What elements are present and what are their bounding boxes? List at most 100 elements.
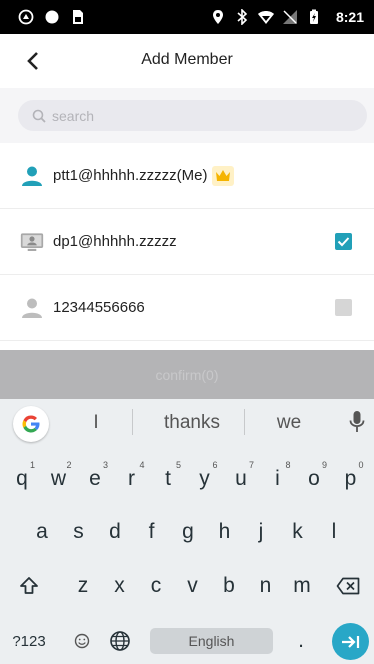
key-letter: q	[16, 467, 28, 490]
key-hint: 2	[66, 460, 72, 470]
clock: 8:21	[335, 9, 364, 25]
backspace-key[interactable]	[326, 565, 370, 607]
page-title: Add Member	[141, 51, 233, 68]
key-g[interactable]: g	[171, 511, 205, 553]
key-u[interactable]: u7	[224, 458, 258, 500]
shift-key[interactable]	[6, 565, 52, 607]
key-letter: e	[89, 467, 101, 490]
dispatcher-console-icon	[20, 230, 44, 254]
key-hint: 3	[102, 460, 108, 470]
key-i[interactable]: i8	[261, 458, 295, 500]
record-dot-icon	[45, 10, 59, 24]
key-hint: 8	[285, 460, 291, 470]
app-notification-icon	[18, 9, 34, 25]
key-k[interactable]: k	[281, 511, 315, 553]
emoji-key[interactable]	[64, 620, 100, 662]
key-letter: u	[235, 467, 247, 490]
person-icon	[20, 296, 44, 320]
key-d[interactable]: d	[98, 511, 132, 553]
key-y[interactable]: y6	[188, 458, 222, 500]
key-hint: 5	[175, 460, 181, 470]
key-o[interactable]: o9	[297, 458, 331, 500]
key-n[interactable]: n	[249, 565, 283, 607]
backspace-icon	[336, 577, 360, 595]
sim-card-icon	[73, 10, 83, 24]
suggestion-word[interactable]: I	[76, 412, 116, 434]
search-input[interactable]	[52, 107, 332, 124]
suggestion-word[interactable]: we	[264, 412, 314, 434]
location-icon	[212, 10, 223, 24]
enter-key[interactable]	[332, 623, 369, 660]
member-checkbox-checked[interactable]	[335, 233, 352, 250]
key-a[interactable]: a	[25, 511, 59, 553]
microphone-icon[interactable]	[348, 410, 366, 434]
no-signal-icon	[282, 10, 297, 24]
app-header: Add Member	[0, 34, 374, 88]
key-letter: a	[36, 520, 48, 543]
confirm-label: confirm(0)	[155, 366, 219, 383]
next-arrow-icon	[341, 635, 359, 648]
member-list: ptt1@hhhhh.zzzzz(Me) dp1@hhhhh.zzzzz 123…	[0, 143, 374, 341]
key-letter: f	[148, 520, 155, 543]
member-name: ptt1@hhhhh.zzzzz(Me)	[53, 167, 208, 184]
key-letter: l	[331, 520, 337, 543]
space-key[interactable]: English	[150, 628, 273, 654]
shift-icon	[20, 577, 38, 594]
key-z[interactable]: z	[66, 565, 100, 607]
member-row-dispatcher[interactable]: dp1@hhhhh.zzzzz	[0, 209, 374, 275]
status-bar: 8:21	[0, 0, 374, 34]
member-row-me: ptt1@hhhhh.zzzzz(Me)	[0, 143, 374, 209]
language-key[interactable]	[102, 620, 138, 662]
key-m[interactable]: m	[285, 565, 319, 607]
key-letter: b	[223, 574, 235, 597]
key-s[interactable]: s	[62, 511, 96, 553]
key-hint: 9	[321, 460, 327, 470]
key-letter: p	[344, 467, 357, 490]
key-e[interactable]: e3	[78, 458, 112, 500]
suggestion-divider	[244, 409, 245, 435]
key-letter: s	[73, 520, 84, 543]
key-h[interactable]: h	[208, 511, 242, 553]
key-letter: n	[259, 574, 272, 597]
key-letter: m	[293, 574, 311, 597]
bluetooth-icon	[237, 9, 248, 25]
key-letter: z	[77, 574, 89, 597]
search-box[interactable]	[18, 100, 367, 131]
suggestion-word[interactable]: thanks	[150, 412, 234, 434]
key-t[interactable]: t5	[151, 458, 185, 500]
key-letter: o	[308, 467, 320, 490]
period-key[interactable]: .	[286, 620, 316, 662]
key-f[interactable]: f	[135, 511, 169, 553]
key-l[interactable]: l	[317, 511, 351, 553]
key-letter: h	[218, 520, 231, 543]
key-hint: 4	[139, 460, 145, 470]
google-icon[interactable]	[13, 406, 49, 442]
key-letter: k	[292, 520, 303, 543]
key-hint: 6	[212, 460, 218, 470]
member-row-user[interactable]: 12344556666	[0, 275, 374, 341]
key-letter: r	[128, 467, 135, 490]
key-q[interactable]: q1	[5, 458, 39, 500]
symbols-key[interactable]: ?123	[6, 620, 52, 662]
confirm-button[interactable]: confirm(0)	[0, 350, 374, 399]
key-letter: c	[150, 574, 162, 597]
key-x[interactable]: x	[103, 565, 137, 607]
globe-icon	[110, 631, 130, 651]
key-b[interactable]: b	[212, 565, 246, 607]
key-hint: 0	[358, 460, 364, 470]
key-letter: v	[187, 574, 198, 597]
key-w[interactable]: w2	[42, 458, 76, 500]
key-p[interactable]: p0	[334, 458, 368, 500]
key-hint: 7	[248, 460, 254, 470]
key-j[interactable]: j	[244, 511, 278, 553]
member-checkbox-unchecked[interactable]	[335, 299, 352, 316]
person-icon	[20, 164, 44, 188]
key-letter: t	[165, 467, 171, 490]
suggestion-strip: I thanks we	[0, 399, 374, 446]
soft-keyboard: I thanks we ?123 English . q1w2e3r4t5y6u…	[0, 399, 374, 664]
search-bar-area	[0, 88, 374, 143]
key-c[interactable]: c	[139, 565, 173, 607]
key-r[interactable]: r4	[115, 458, 149, 500]
crown-icon	[212, 165, 235, 186]
key-v[interactable]: v	[176, 565, 210, 607]
